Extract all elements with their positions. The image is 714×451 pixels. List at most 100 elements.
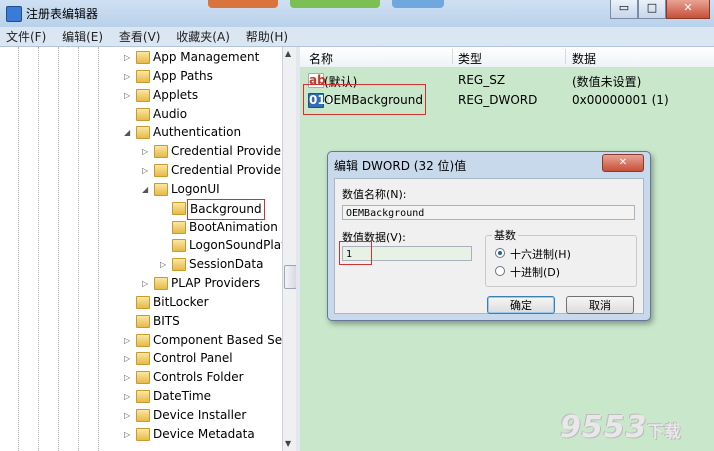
- folder-icon: [172, 239, 186, 252]
- tree-item-label: Authentication: [153, 125, 242, 139]
- registry-tree: ▷ App Management ▷ App Paths ▷ Applets A…: [0, 47, 282, 451]
- menu-file[interactable]: 文件(F): [0, 27, 52, 45]
- folder-icon: [136, 89, 150, 102]
- menu-view[interactable]: 查看(V): [113, 27, 167, 45]
- tree-item-label: Credential Provider: [171, 144, 282, 158]
- folder-icon: [136, 315, 150, 328]
- tree-guide-line: [78, 47, 79, 451]
- tree-item-label: Credential Provider: [171, 163, 282, 177]
- value-name-label: 数值名称(N):: [342, 188, 407, 201]
- tree-item-label: Controls Folder: [153, 370, 244, 384]
- background-shape: [392, 0, 444, 8]
- expand-arrow-icon[interactable]: ▷: [124, 331, 134, 350]
- menu-bar: 文件(F) 编辑(E) 查看(V) 收藏夹(A) 帮助(H): [0, 27, 714, 47]
- expand-arrow-icon[interactable]: ▷: [142, 274, 152, 293]
- tree-guide-line: [58, 47, 59, 451]
- tree-scrollbar[interactable]: ▲ ▼: [282, 47, 297, 451]
- column-header: 名称 类型 数据: [300, 47, 714, 68]
- folder-icon: [154, 145, 168, 158]
- expand-arrow-icon[interactable]: ▷: [124, 86, 134, 105]
- dec-radio[interactable]: [495, 266, 505, 276]
- value-data: 0x00000001 (1): [572, 93, 669, 107]
- tree-item-label: SessionData: [189, 257, 264, 271]
- dec-radio-label[interactable]: 十进制(D): [510, 264, 560, 280]
- collapse-arrow-icon[interactable]: ◢: [124, 123, 134, 142]
- tree-item-label: LogonUI: [171, 182, 220, 196]
- folder-icon: [136, 334, 150, 347]
- column-name-header[interactable]: 名称: [309, 50, 333, 67]
- folder-icon: [172, 202, 186, 215]
- tree-item-label: BootAnimation: [189, 220, 278, 234]
- menu-edit[interactable]: 编辑(E): [56, 27, 109, 45]
- tree-item-label: Control Panel: [153, 351, 233, 365]
- folder-icon: [136, 409, 150, 422]
- column-type-header[interactable]: 类型: [458, 50, 482, 67]
- maximize-button[interactable]: □: [638, 0, 666, 19]
- minimize-button[interactable]: ▭: [610, 0, 638, 19]
- window-title: 注册表编辑器: [26, 7, 99, 21]
- menu-help[interactable]: 帮助(H): [240, 27, 294, 45]
- close-button[interactable]: ✕: [666, 0, 710, 19]
- column-data-header[interactable]: 数据: [572, 50, 596, 67]
- folder-icon: [136, 70, 150, 83]
- title-bar: 注册表编辑器 ▭ □ ✕: [0, 0, 714, 27]
- background-shape: [290, 0, 380, 8]
- folder-icon: [136, 51, 150, 64]
- folder-icon: [172, 221, 186, 234]
- expand-arrow-icon[interactable]: ▷: [124, 425, 134, 444]
- tree-guide-line: [98, 47, 99, 451]
- folder-icon: [154, 183, 168, 196]
- folder-icon: [136, 108, 150, 121]
- folder-icon: [136, 428, 150, 441]
- dialog-body: 数值名称(N): OEMBackground 数值数据(V): 1 基数 十六进…: [334, 178, 644, 314]
- column-separator[interactable]: [565, 49, 566, 64]
- tree-item-label: Device Installer: [153, 408, 247, 422]
- folder-icon: [136, 371, 150, 384]
- expand-arrow-icon[interactable]: ▷: [142, 161, 152, 180]
- tree-item-label: App Paths: [153, 69, 213, 83]
- folder-icon: [172, 258, 186, 271]
- tree-item-label: Applets: [153, 88, 199, 102]
- column-separator[interactable]: [452, 49, 453, 64]
- tree-guide-line: [18, 47, 19, 451]
- watermark-number: 9553: [560, 410, 648, 445]
- expand-arrow-icon[interactable]: ▷: [124, 67, 134, 86]
- tree-item-label: BITS: [153, 314, 180, 328]
- expand-arrow-icon[interactable]: ▷: [124, 349, 134, 368]
- base-group: 基数 十六进制(H) 十进制(D): [485, 227, 637, 287]
- tree-item-label: DateTime: [153, 389, 212, 403]
- highlight-box: [303, 84, 426, 115]
- tree-item-label: LogonSoundPlay: [189, 238, 282, 252]
- hex-radio-label[interactable]: 十六进制(H): [510, 246, 571, 262]
- menu-favorites[interactable]: 收藏夹(A): [170, 27, 236, 45]
- tree-item-label: App Management: [153, 50, 260, 64]
- cancel-button[interactable]: 取消: [566, 296, 634, 314]
- dialog-close-button[interactable]: ✕: [602, 154, 644, 172]
- scroll-up-arrow-icon[interactable]: ▲: [285, 49, 291, 58]
- site-watermark: 9553下载: [560, 410, 682, 445]
- collapse-arrow-icon[interactable]: ◢: [142, 180, 152, 199]
- tree-item-label: PLAP Providers: [171, 276, 261, 290]
- tree-item-label: Background: [187, 199, 265, 220]
- folder-icon: [136, 352, 150, 365]
- expand-arrow-icon[interactable]: ▷: [124, 48, 134, 67]
- data-field-highlight-box: [339, 241, 372, 265]
- expand-arrow-icon[interactable]: ▷: [142, 142, 152, 161]
- tree-item-label: BitLocker: [153, 295, 209, 309]
- scroll-down-arrow-icon[interactable]: ▼: [285, 439, 291, 448]
- expand-arrow-icon[interactable]: ▷: [124, 368, 134, 387]
- ok-button[interactable]: 确定: [487, 296, 555, 314]
- dialog-title: 编辑 DWORD (32 位)值: [334, 159, 467, 173]
- value-name-field: OEMBackground: [342, 205, 635, 220]
- expand-arrow-icon[interactable]: ▷: [124, 406, 134, 425]
- expand-arrow-icon[interactable]: ▷: [124, 387, 134, 406]
- folder-icon: [154, 164, 168, 177]
- value-data: (数值未设置): [572, 75, 642, 89]
- expand-arrow-icon[interactable]: ▷: [160, 255, 170, 274]
- tree-item-label: Device Metadata: [153, 427, 255, 441]
- hex-radio[interactable]: [495, 248, 505, 258]
- folder-icon: [154, 277, 168, 290]
- edit-dword-dialog: 编辑 DWORD (32 位)值 ✕ 数值名称(N): OEMBackgroun…: [327, 151, 651, 321]
- tree-item-label: Audio: [153, 107, 188, 121]
- regedit-app-icon: [6, 6, 22, 22]
